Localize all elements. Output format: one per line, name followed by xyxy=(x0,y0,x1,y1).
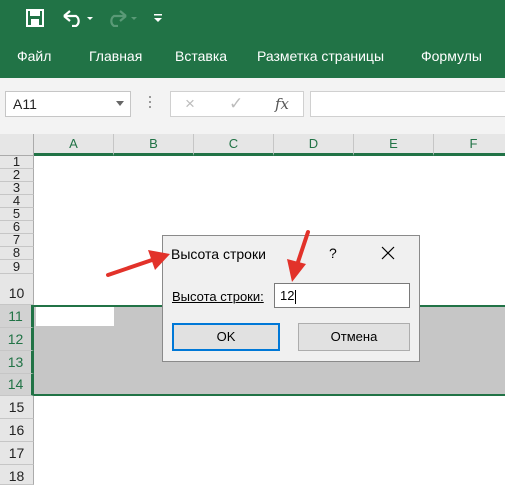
row-height-label: Высота строки: xyxy=(172,289,264,304)
select-all-corner[interactable] xyxy=(0,134,34,156)
insert-function-icon[interactable]: fx xyxy=(275,95,289,113)
tab-home[interactable]: Главная xyxy=(89,48,142,64)
close-icon[interactable] xyxy=(379,244,397,262)
row-header-2[interactable]: 2 xyxy=(0,169,34,182)
row-header-16[interactable]: 16 xyxy=(0,419,34,442)
name-box[interactable]: A11 xyxy=(5,91,131,117)
active-cell-a11[interactable] xyxy=(36,307,114,326)
chevron-down-icon[interactable] xyxy=(116,101,124,106)
row-header-17[interactable]: 17 xyxy=(0,442,34,465)
row-height-value: 12 xyxy=(280,288,295,303)
row-header-6[interactable]: 6 xyxy=(0,221,34,234)
column-header-d[interactable]: D xyxy=(274,134,354,156)
row-header-11[interactable]: 11 xyxy=(0,305,34,328)
formula-bar-grip[interactable] xyxy=(149,96,151,112)
row-header-4[interactable]: 4 xyxy=(0,195,34,208)
column-header-e[interactable]: E xyxy=(354,134,434,156)
enter-icon[interactable]: ✓ xyxy=(229,94,243,114)
row-height-input[interactable]: 12 xyxy=(274,283,410,308)
customize-qat-icon[interactable] xyxy=(150,6,166,30)
row-header-13[interactable]: 13 xyxy=(0,351,34,374)
tab-page-layout[interactable]: Разметка страницы xyxy=(257,48,384,64)
tab-formulas[interactable]: Формулы xyxy=(421,48,482,64)
formula-buttons: × ✓ fx xyxy=(170,91,304,117)
text-cursor xyxy=(295,289,297,304)
column-header-c[interactable]: C xyxy=(194,134,274,156)
column-header-b[interactable]: B xyxy=(114,134,194,156)
row-header-12[interactable]: 12 xyxy=(0,328,34,351)
undo-icon[interactable] xyxy=(58,6,98,30)
redo-icon[interactable] xyxy=(104,6,144,30)
save-icon[interactable] xyxy=(22,6,48,30)
formula-bar: A11 × ✓ fx xyxy=(0,78,505,134)
row-height-dialog: Высота строки ? Высота строки: 12 OK Отм… xyxy=(162,235,420,362)
tab-insert[interactable]: Вставка xyxy=(175,48,227,64)
row-header-3[interactable]: 3 xyxy=(0,182,34,195)
help-button[interactable]: ? xyxy=(329,245,337,261)
row-header-9[interactable]: 9 xyxy=(0,260,34,274)
dialog-title: Высота строки xyxy=(171,246,266,262)
row-header-14[interactable]: 14 xyxy=(0,374,34,396)
tab-file[interactable]: Файл xyxy=(17,48,51,64)
row-header-18[interactable]: 18 xyxy=(0,465,34,485)
ribbon-tabs: Файл Главная Вставка Разметка страницы Ф… xyxy=(0,38,505,78)
cancel-button[interactable]: Отмена xyxy=(298,323,410,351)
quick-access-toolbar xyxy=(0,0,505,38)
row-header-1[interactable]: 1 xyxy=(0,156,34,169)
row-header-5[interactable]: 5 xyxy=(0,208,34,221)
row-header-10[interactable]: 10 xyxy=(0,274,34,305)
ok-button[interactable]: OK xyxy=(172,323,280,351)
column-header-a[interactable]: A xyxy=(34,134,114,156)
name-box-value: A11 xyxy=(13,96,37,112)
row-header-15[interactable]: 15 xyxy=(0,396,34,419)
row-header-8[interactable]: 8 xyxy=(0,247,34,260)
column-header-f[interactable]: F xyxy=(434,134,505,156)
cancel-icon[interactable]: × xyxy=(185,94,195,114)
formula-input[interactable] xyxy=(310,91,505,117)
row-header-7[interactable]: 7 xyxy=(0,234,34,247)
